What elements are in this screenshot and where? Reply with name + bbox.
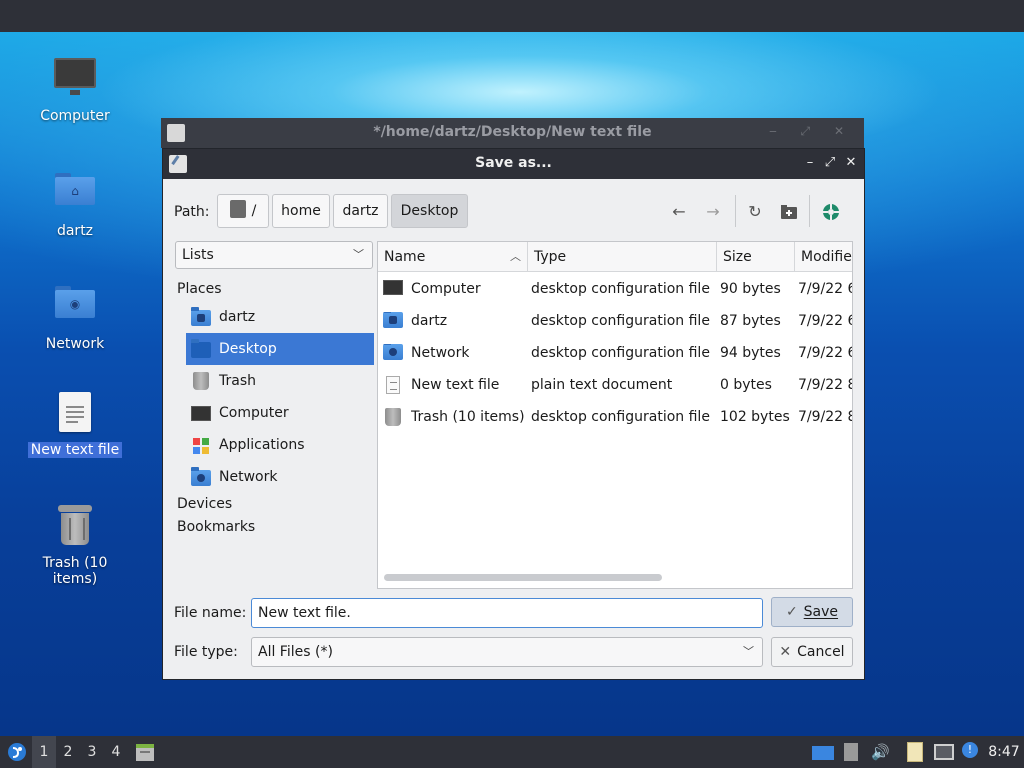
table-row[interactable]: New text file plain text document 0 byte… [378,369,852,401]
display-icon[interactable] [812,746,834,760]
maximize-icon[interactable]: ⤢ [822,155,838,171]
sidebar-item-computer[interactable]: Computer [186,397,374,429]
column-header-name[interactable]: Name ︿ [378,242,528,272]
column-header-type[interactable]: Type [528,242,717,272]
sidebar-item-trash[interactable]: Trash [186,365,374,397]
desktop-icon-network[interactable]: ◉ Network [20,278,130,352]
table-row[interactable]: Network desktop configuration file 94 by… [378,337,852,369]
forward-arrow-icon[interactable]: → [702,201,724,223]
sidebar-item-network[interactable]: Network [186,461,374,493]
taskbar: 1 2 3 4 🔊 ! 8:47 [0,736,1024,768]
text-file-icon [53,392,97,436]
file-name-input[interactable]: New text file. [251,598,763,628]
horizontal-scrollbar[interactable] [384,574,662,581]
network-folder-icon [191,467,211,486]
reload-icon[interactable]: ↻ [744,201,766,223]
workspace-2[interactable]: 2 [56,736,80,768]
table-row[interactable]: Computer desktop configuration file 90 b… [378,273,852,305]
file-type-select[interactable]: All Files (*) ﹀ [251,637,763,667]
toolbar-divider [735,195,736,227]
sidebar-item-dartz[interactable]: dartz [186,301,374,333]
close-icon: ✕ [779,644,792,660]
monitor-icon [383,280,403,298]
home-folder-icon [383,312,403,330]
desktop-icon-label: Computer [40,108,110,124]
save-button[interactable]: ✓ Save [771,597,853,627]
sidebar-item-applications[interactable]: Applications [186,429,374,461]
editor-window[interactable]: */home/dartz/Desktop/New text file ‒ ⤢ ✕ [161,118,864,148]
monitor-icon [53,58,97,102]
trash-icon [191,372,211,390]
breadcrumb-home[interactable]: home [272,194,330,228]
breadcrumb-root[interactable]: / [217,194,269,228]
toolbar-divider [809,195,810,227]
column-header-size[interactable]: Size [717,242,795,272]
task-window-icon[interactable] [132,736,158,768]
desktop-icon-new-text-file[interactable]: New text file [20,390,130,458]
editor-window-title: */home/dartz/Desktop/New text file [373,124,652,140]
places-pane: Places dartz Desktop Trash Computer Appl… [175,269,375,535]
devices-header[interactable]: Devices [177,496,232,512]
desktop-icon-computer[interactable]: Computer [20,52,130,124]
volume-icon[interactable]: 🔊 [871,744,890,760]
back-arrow-icon[interactable]: ← [668,201,690,223]
file-name-label: File name: [174,605,247,621]
side-pane-mode-select[interactable]: Lists ﹀ [175,241,373,269]
dialog-title: Save as... [475,155,552,171]
applications-icon [191,436,211,454]
clipboard-icon[interactable] [907,742,923,762]
breadcrumb-dartz[interactable]: dartz [333,194,388,228]
file-list: Name ︿ Type Size Modifie Computer desktop… [377,241,853,589]
close-icon[interactable]: ✕ [843,155,859,171]
drive-icon [229,200,246,218]
start-menu-icon[interactable] [4,736,30,768]
places-header[interactable]: Places [177,281,222,297]
sort-ascending-icon: ︿ [510,250,521,263]
trash-icon [53,505,97,549]
workspace-3[interactable]: 3 [80,736,104,768]
workspace-4[interactable]: 4 [104,736,128,768]
dialog-titlebar[interactable]: Save as... – ⤢ ✕ [163,149,864,179]
column-header-modified[interactable]: Modifie [795,242,852,272]
network-folder-icon: ◉ [53,286,97,330]
table-row[interactable]: dartz desktop configuration file 87 byte… [378,305,852,337]
new-folder-icon[interactable] [778,201,800,223]
top-panel [0,0,1024,32]
desktop-icon-label: dartz [56,223,94,239]
window-controls: ‒ ⤢ ✕ [769,124,854,138]
notification-icon[interactable]: ! [962,742,978,758]
save-as-dialog: Save as... – ⤢ ✕ Path: / home dartz Desk… [162,148,865,680]
network-folder-icon [383,344,403,362]
bookmarks-header[interactable]: Bookmarks [177,519,255,535]
workspace-1[interactable]: 1 [32,736,56,768]
checkmark-icon: ✓ [785,604,798,620]
storage-icon[interactable] [844,743,858,761]
trash-icon [383,408,403,426]
table-row[interactable]: Trash (10 items) desktop configuration f… [378,401,852,433]
bookmark-icon[interactable] [820,201,842,223]
computer-icon [191,404,211,422]
text-file-icon [383,376,403,394]
sidebar-item-desktop[interactable]: Desktop [186,333,374,365]
desktop-icon-trash[interactable]: Trash (10 items) [20,503,130,587]
desktop-icon-dartz[interactable]: ⌂ dartz [20,165,130,239]
home-folder-icon [191,307,211,326]
cancel-button[interactable]: ✕ Cancel [771,637,853,667]
network-icon[interactable] [934,744,954,760]
breadcrumb-desktop[interactable]: Desktop [391,194,468,228]
minimize-icon[interactable]: – [802,155,818,171]
chevron-down-icon: ﹀ [353,248,364,261]
file-type-label: File type: [174,644,238,660]
desktop-icon [191,339,211,358]
desktop-icon-label: Network [45,336,105,352]
home-folder-icon: ⌂ [53,173,97,217]
path-label: Path: [174,204,210,220]
chevron-down-icon: ﹀ [743,645,754,658]
desktop-icon-label: New text file [27,442,123,458]
desktop-icon-label: Trash (10 items) [42,555,108,587]
clock[interactable]: 8:47 [984,736,1024,768]
